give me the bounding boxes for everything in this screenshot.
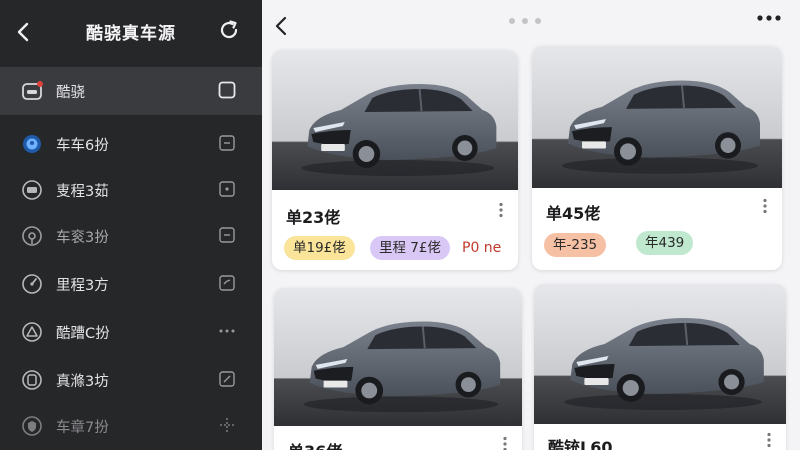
sidebar-item-active[interactable]: 酷骁 [0, 67, 262, 115]
minus-box-icon[interactable] [218, 134, 236, 152]
card-title: 单23佬 [286, 208, 341, 227]
tag-pill: 里程 7£佬 [370, 236, 450, 260]
card-title: 单45佬 [546, 204, 601, 223]
tag-pill: 年-235 [544, 233, 607, 257]
sidebar-item-label: 酷骁 [56, 85, 85, 101]
car-card[interactable]: 酷铳L60 [534, 284, 786, 450]
more-vertical-icon[interactable] [502, 436, 508, 450]
page-indicator-icon [509, 18, 541, 24]
sidebar-item-0[interactable]: 车车6扮 [0, 122, 262, 166]
dot-box-icon[interactable] [218, 180, 236, 198]
back-icon[interactable] [272, 14, 290, 38]
warning-triangle-icon [22, 322, 42, 342]
sidebar-item-label: 车章7扮 [56, 420, 109, 436]
sidebar-item-2[interactable]: 车衮3扮 [0, 214, 262, 258]
car-image [534, 284, 786, 424]
car-front-icon [22, 180, 42, 200]
car-image [532, 46, 782, 188]
card-title: 单36佬 [288, 438, 342, 450]
car-card[interactable]: 单23佬 单19£佬 里程 7£佬 P0 ne [272, 50, 518, 270]
tag-pill: 单19£佬 [284, 236, 355, 260]
sidebar: 酷骁真车源 酷骁 车车6扮 叓程3茹 车衮3扮 里程3方 酷蹧C扮 真滌3坊 车… [0, 0, 262, 450]
card-extra-label: P0 ne [462, 240, 502, 256]
sidebar-item-label: 里程3方 [56, 278, 109, 294]
shield-icon [22, 416, 42, 436]
sidebar-item-4[interactable]: 酷蹧C扮 [0, 310, 262, 354]
steering-wheel-icon [22, 226, 42, 246]
sidebar-item-5[interactable]: 真滌3坊 [0, 358, 262, 402]
car-badge-icon [22, 81, 43, 100]
car-image [272, 50, 518, 190]
check-box-icon[interactable] [218, 274, 236, 292]
sidebar-item-1[interactable]: 叓程3茹 [0, 168, 262, 212]
card-title: 酷铳L60 [548, 438, 613, 450]
edit-box-icon[interactable] [218, 370, 236, 388]
car-card[interactable]: 单36佬 [274, 288, 522, 450]
minus-box-icon[interactable] [218, 226, 236, 244]
move-icon[interactable] [218, 416, 236, 434]
refresh-icon[interactable] [216, 17, 242, 43]
sidebar-item-label: 酷蹧C扮 [56, 326, 110, 342]
car-card[interactable]: 单45佬 年-235 年439 [532, 46, 782, 270]
main-panel: 单23佬 单19£佬 里程 7£佬 P0 ne 单45佬 年-235 年439 … [262, 0, 800, 450]
tag-pill: 年439 [636, 231, 694, 255]
seat-icon [22, 370, 42, 390]
more-vertical-icon[interactable] [766, 432, 772, 448]
more-horizontal-icon[interactable] [218, 322, 236, 340]
location-pin-icon [23, 135, 41, 153]
car-image [274, 288, 522, 426]
sidebar-item-label: 真滌3坊 [56, 374, 109, 390]
sidebar-item-label: 车车6扮 [56, 138, 109, 154]
sidebar-item-6[interactable]: 车章7扮 [0, 404, 262, 448]
sidebar-item-3[interactable]: 里程3方 [0, 262, 262, 306]
speedometer-icon [22, 274, 42, 294]
more-horizontal-icon[interactable] [756, 14, 782, 22]
checkbox-icon[interactable] [218, 81, 236, 99]
sidebar-item-label: 车衮3扮 [56, 230, 109, 246]
more-vertical-icon[interactable] [762, 198, 768, 214]
sidebar-header: 酷骁真车源 [0, 0, 262, 64]
more-vertical-icon[interactable] [498, 202, 504, 218]
sidebar-item-label: 叓程3茹 [56, 184, 109, 200]
